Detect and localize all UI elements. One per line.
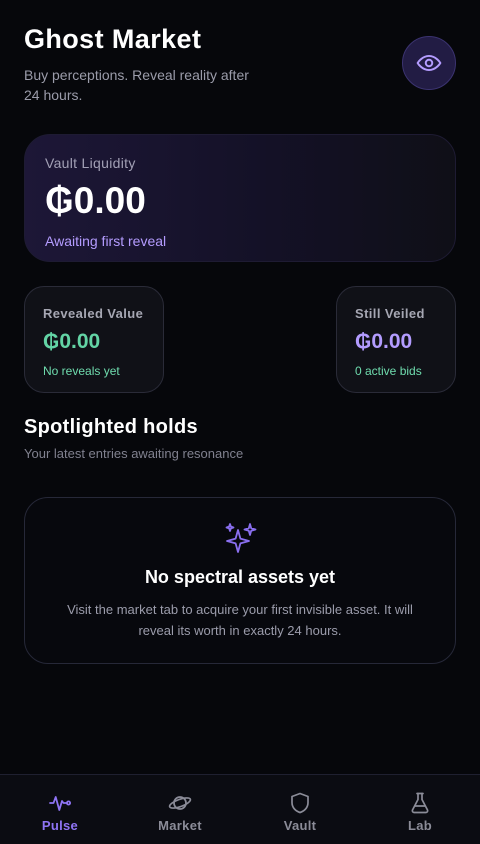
spotlighted-holds-header: Spotlighted holds Your latest entries aw…: [24, 416, 243, 461]
veiled-label: Still Veiled: [355, 306, 425, 321]
planet-icon: [168, 796, 192, 810]
pulse-icon: [49, 796, 71, 811]
revealed-label: Revealed Value: [43, 306, 144, 321]
veiled-note: 0 active bids: [355, 364, 422, 378]
tab-label: Market: [158, 818, 202, 833]
revealed-note: No reveals yet: [43, 364, 120, 378]
veiled-value: ₲0.00: [355, 330, 413, 353]
app-screen: Ghost Market Buy perceptions. Reveal rea…: [0, 0, 480, 844]
section-title: Spotlighted holds: [24, 416, 198, 438]
liquidity-label: Vault Liquidity: [45, 155, 136, 171]
liquidity-note: Awaiting first reveal: [45, 233, 167, 249]
still-veiled-card: Still Veiled ₲0.00 0 active bids: [336, 286, 456, 393]
empty-state-text: Visit the market tab to acquire your fir…: [67, 602, 413, 638]
tab-vault[interactable]: Vault: [240, 775, 360, 844]
tab-label: Vault: [283, 818, 317, 833]
revealed-value: ₲0.00: [43, 330, 101, 353]
vault-liquidity-card: Vault Liquidity ₲0.00 Awaiting first rev…: [24, 134, 456, 262]
tab-market[interactable]: Market: [120, 775, 240, 844]
shield-icon: [291, 792, 309, 814]
tab-label: Lab: [407, 818, 432, 833]
tab-pulse[interactable]: Pulse: [0, 775, 120, 844]
page-title: Ghost Market: [24, 24, 202, 54]
tab-lab[interactable]: Lab: [360, 775, 480, 844]
flask-icon: [411, 792, 429, 814]
section-subtitle: Your latest entries awaiting resonance: [24, 446, 244, 461]
empty-state-card: No spectral assets yet Visit the market …: [24, 497, 456, 664]
sparkles-icon: [225, 523, 257, 553]
page-subtitle: Buy perceptions. Reveal reality after 24…: [24, 67, 249, 103]
bottom-tab-bar: Pulse Market Vault Lab: [0, 774, 480, 844]
reveal-toggle-button[interactable]: [402, 36, 456, 90]
tab-label: Pulse: [41, 818, 79, 833]
liquidity-value: ₲0.00: [45, 180, 146, 221]
header: Ghost Market Buy perceptions. Reveal rea…: [24, 22, 456, 112]
eye-icon: [416, 54, 442, 72]
revealed-value-card: Revealed Value ₲0.00 No reveals yet: [24, 286, 164, 393]
empty-state-title: No spectral assets yet: [144, 567, 336, 587]
